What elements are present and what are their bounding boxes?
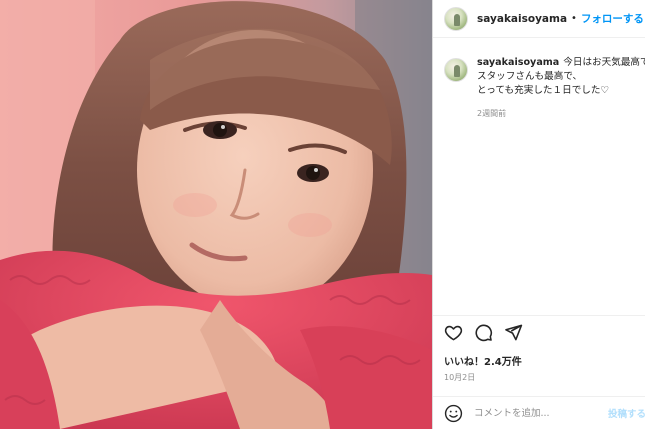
action-bar bbox=[444, 323, 523, 342]
emoji-icon[interactable] bbox=[444, 404, 463, 423]
post-comment-button[interactable]: 投稿する bbox=[608, 406, 645, 420]
caption-line-2: スタッフさんも最高で、 bbox=[477, 71, 583, 82]
heart-icon[interactable] bbox=[444, 323, 463, 342]
follow-button[interactable]: フォローする bbox=[581, 11, 644, 26]
post-header: sayakaisoyama • フォローする bbox=[433, 0, 645, 38]
instagram-post-embed: sayakaisoyama • フォローする sayakaisoyama 今日はお… bbox=[0, 0, 645, 429]
post-side-panel: sayakaisoyama • フォローする sayakaisoyama 今日はお… bbox=[432, 0, 645, 429]
share-icon[interactable] bbox=[504, 323, 523, 342]
comment-icon[interactable] bbox=[474, 323, 493, 342]
caption-text: sayakaisoyama 今日はお天気最高で、 スタッフさんも最高で、 とっても… bbox=[477, 56, 645, 98]
post-photo[interactable] bbox=[0, 0, 432, 429]
comment-input[interactable] bbox=[472, 406, 603, 420]
posted-ago: 2週間前 bbox=[477, 109, 507, 118]
caption-username[interactable]: sayakaisoyama bbox=[477, 57, 559, 68]
divider bbox=[433, 315, 645, 316]
like-count[interactable]: いいね！2.4万件 bbox=[444, 353, 522, 368]
post-date[interactable]: 10月2日 bbox=[444, 372, 475, 383]
caption-avatar[interactable] bbox=[444, 58, 468, 82]
comment-bar: 投稿する bbox=[433, 396, 645, 429]
avatar[interactable] bbox=[444, 6, 468, 31]
separator-dot: • bbox=[571, 13, 577, 24]
selfie-image bbox=[0, 0, 432, 429]
caption-line-3: とっても充実した１日でした♡ bbox=[477, 85, 610, 96]
caption-line-1: 今日はお天気最高で、 bbox=[563, 57, 645, 68]
caption: sayakaisoyama 今日はお天気最高で、 スタッフさんも最高で、 とっても… bbox=[444, 56, 645, 98]
header-username[interactable]: sayakaisoyama bbox=[477, 13, 567, 25]
